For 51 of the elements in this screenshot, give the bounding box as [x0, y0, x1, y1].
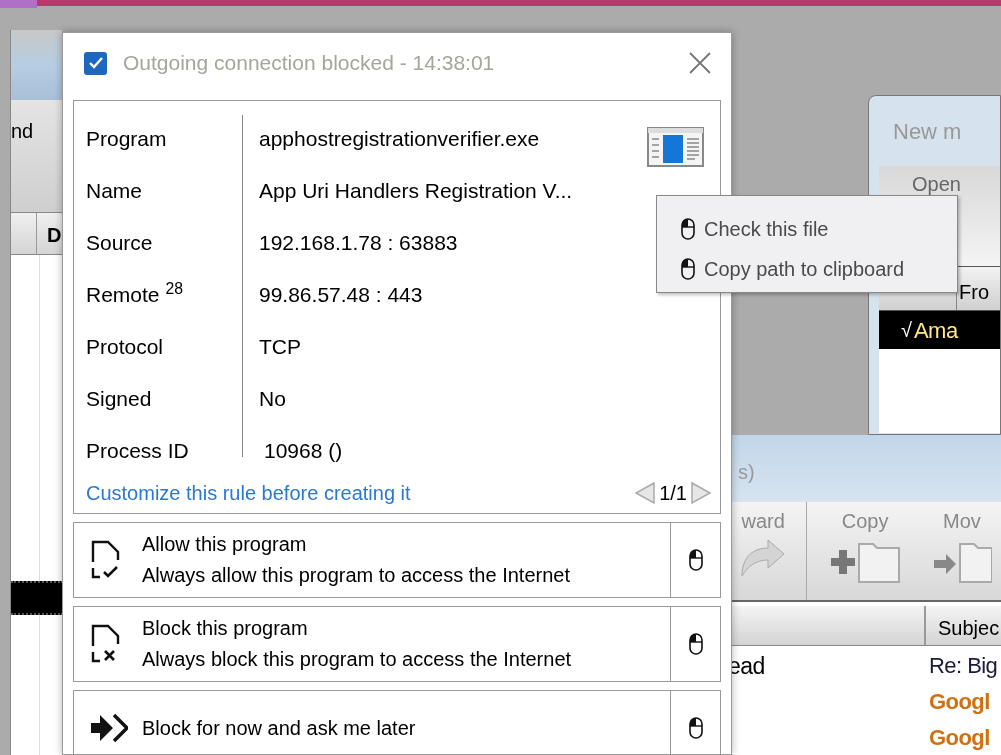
mouse-icon: [688, 549, 703, 571]
field-value: 99.86.57.48 : 443: [258, 282, 423, 309]
selected-row: [11, 581, 62, 615]
previous-icon[interactable]: [634, 481, 657, 505]
column-header: D: [46, 223, 62, 248]
field-label: Program: [85, 126, 168, 153]
document-cross-icon: [90, 624, 122, 664]
field-label: Protocol: [85, 334, 165, 361]
subject-cell: Googl: [929, 689, 990, 715]
message-row[interactable]: √Ama: [879, 311, 1000, 349]
menu-item[interactable]: Check this file: [681, 211, 957, 247]
field-value: App Uri Handlers Registration V...: [258, 178, 573, 205]
field-label: Remote $^{28}$: [85, 279, 184, 309]
field-label: Process ID: [85, 438, 190, 465]
document-check-icon: [90, 540, 122, 580]
window-title: s): [738, 461, 755, 483]
window-title: New m: [893, 117, 962, 146]
field-value: No: [258, 386, 286, 413]
dialog-title: Outgoing connection blocked - 14:38:01: [123, 50, 496, 77]
next-icon[interactable]: [690, 481, 712, 505]
checkbox[interactable]: [84, 51, 107, 75]
double-arrow-icon: [90, 713, 128, 743]
mouse-icon: [688, 717, 703, 739]
field-value: TCP: [258, 334, 301, 361]
action-button[interactable]: Block for now and ask me later: [73, 690, 721, 754]
field-value: apphostregistrationverifier.exe: [258, 126, 540, 153]
page-counter: 1/1: [659, 481, 687, 506]
subject-cell: Re: Big: [929, 653, 998, 679]
column-header: Subjec: [937, 616, 1000, 641]
field-label: Source: [85, 230, 154, 257]
subject-cell: Googl: [929, 725, 990, 751]
field-label: Name: [85, 178, 144, 205]
action-button[interactable]: Block this program Always block this program to access the Internet: [73, 606, 721, 682]
field-label: Signed: [85, 386, 153, 413]
toolbar-label: nd: [11, 119, 34, 144]
action-button[interactable]: Allow this program Always allow this program to access the Internet: [73, 522, 721, 598]
column-header: Fro: [958, 280, 989, 305]
field-value: 10968 (): [263, 438, 343, 465]
check-mark: √: [901, 318, 912, 343]
mouse-icon: [681, 218, 695, 240]
check-icon: [87, 56, 104, 70]
window-icon[interactable]: [647, 127, 704, 167]
close-icon[interactable]: [689, 52, 711, 74]
sender-cell-text: Ama: [914, 316, 958, 345]
field-value: 192.168.1.78 : 63883: [258, 230, 458, 257]
title-bar: [11, 30, 62, 100]
customize-link[interactable]: Customize this rule before creating it: [86, 478, 635, 508]
menu-item[interactable]: Copy path to clipboard: [681, 251, 957, 287]
toolbar-button[interactable]: Open: [912, 173, 961, 195]
mouse-icon: [688, 633, 703, 655]
mouse-icon: [681, 258, 695, 280]
